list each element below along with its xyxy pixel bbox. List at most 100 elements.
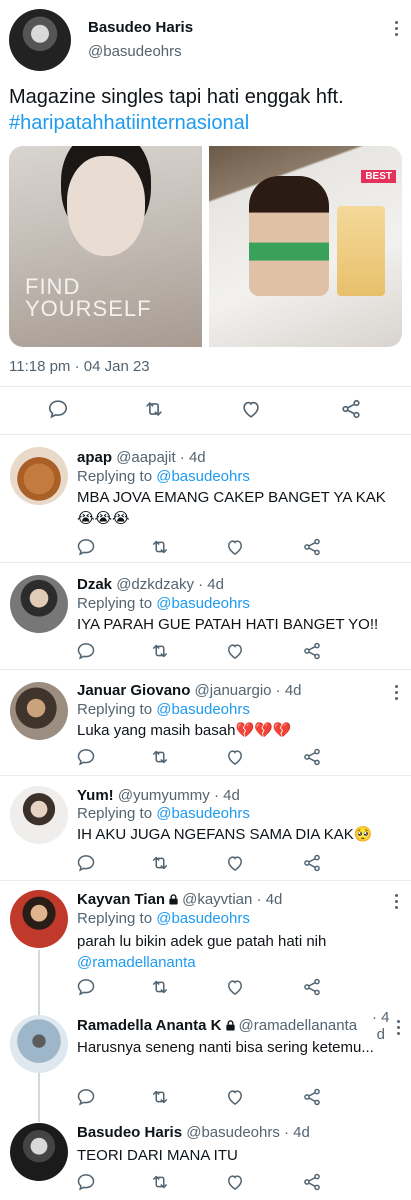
media-image-right[interactable]: BEST (209, 146, 402, 347)
share-icon[interactable] (302, 1087, 322, 1107)
avatar[interactable] (10, 786, 68, 844)
reply-author-handle[interactable]: @dzkdzaky (116, 576, 194, 593)
mention-link[interactable]: @ramadellananta (77, 952, 395, 973)
mention-link[interactable]: @basudeohrs (156, 595, 250, 612)
more-icon[interactable] (388, 682, 404, 702)
reply-icon[interactable] (47, 398, 69, 420)
avatar[interactable] (10, 682, 68, 740)
reply-author-handle[interactable]: @kayvtian (182, 891, 252, 908)
reply-header: Dzak @dzkdzaky · 4d (77, 576, 224, 593)
tweet-body: Magazine singles tapi hati enggak hft. (9, 86, 344, 108)
face-photo (67, 156, 145, 256)
replying-prefix: Replying to (77, 805, 157, 822)
reply-author-name[interactable]: Kayvan Tian (77, 891, 165, 908)
like-icon[interactable] (225, 1087, 245, 1107)
share-icon[interactable] (340, 398, 362, 420)
mention-link[interactable]: @basudeohrs (156, 701, 250, 718)
share-icon[interactable] (302, 537, 322, 557)
mention-link[interactable]: @basudeohrs (156, 805, 250, 822)
author-name[interactable]: Basudeo Haris (88, 19, 193, 36)
reply-icon[interactable] (76, 537, 96, 557)
like-icon[interactable] (225, 853, 245, 873)
avatar[interactable] (10, 890, 68, 948)
share-icon[interactable] (302, 641, 322, 661)
reply-age-line: · 4 (372, 1009, 390, 1026)
reply-age: · 4d (179, 449, 206, 466)
replying-to: Replying to @basudeohrs (77, 468, 250, 485)
reply-author-name[interactable]: apap (77, 449, 112, 466)
reply-text-line: parah lu bikin adek gue patah hati nih (77, 933, 327, 950)
reply-author-handle[interactable]: @aapajit (116, 449, 175, 466)
retweet-icon[interactable] (150, 1087, 170, 1107)
reply-author-handle[interactable]: @basudeohrs (186, 1124, 280, 1141)
reply-icon[interactable] (76, 853, 96, 873)
reply-author-name[interactable]: Yum! (77, 787, 114, 804)
share-icon[interactable] (302, 977, 322, 997)
retweet-icon[interactable] (150, 641, 170, 661)
reply-header: Januar Giovano @januargio · 4d (77, 682, 302, 699)
media-image-left[interactable]: FIND YOURSELF (9, 146, 202, 347)
reply-item[interactable]: Januar Giovano @januargio · 4d Replying … (0, 670, 411, 775)
reply-icon[interactable] (76, 747, 96, 767)
like-icon[interactable] (240, 398, 262, 420)
like-icon[interactable] (225, 747, 245, 767)
share-icon[interactable] (302, 1172, 322, 1192)
reply-author-name[interactable]: Ramadella Ananta K (77, 1017, 222, 1034)
reply-icon[interactable] (76, 1087, 96, 1107)
reply-icon[interactable] (76, 977, 96, 997)
reply-header: apap @aapajit · 4d (77, 449, 206, 466)
like-icon[interactable] (225, 537, 245, 557)
reply-author-name[interactable]: Januar Giovano (77, 682, 190, 699)
avatar[interactable] (10, 1015, 68, 1073)
more-icon[interactable] (388, 18, 404, 38)
reply-text: parah lu bikin adek gue patah hati nih @… (77, 931, 395, 973)
reply-age: · 4d (256, 891, 283, 908)
retweet-icon[interactable] (150, 537, 170, 557)
replying-to: Replying to @basudeohrs (77, 701, 250, 718)
reply-icon[interactable] (76, 641, 96, 661)
avatar[interactable] (9, 9, 71, 71)
tweet-timestamp[interactable]: 11:18 pm · 04 Jan 23 (9, 358, 150, 375)
replying-prefix: Replying to (77, 468, 157, 485)
reply-author-handle[interactable]: @ramadellananta (239, 1017, 358, 1034)
lock-icon (225, 1020, 235, 1031)
reply-item[interactable]: Basudeo Haris @basudeohrs · 4d TEORI DAR… (0, 1114, 411, 1200)
hashtag-link[interactable]: #haripatahhatiinternasional (9, 110, 404, 136)
retweet-icon[interactable] (150, 1172, 170, 1192)
reply-header: Ramadella Ananta K @ramadellananta (77, 1017, 357, 1034)
reply-icon[interactable] (76, 1172, 96, 1192)
share-icon[interactable] (302, 747, 322, 767)
reply-item[interactable]: Kayvan Tian @kayvtian · 4d Replying to @b… (0, 881, 411, 999)
reply-author-name[interactable]: Basudeo Haris (77, 1124, 182, 1141)
more-icon[interactable] (388, 891, 404, 911)
retweet-icon[interactable] (150, 853, 170, 873)
tweet-text: Magazine singles tapi hati enggak hft. #… (9, 84, 404, 136)
replying-prefix: Replying to (77, 701, 157, 718)
reply-item[interactable]: Dzak @dzkdzaky · 4d Replying to @basudeo… (0, 563, 411, 669)
reply-item[interactable]: Ramadella Ananta K @ramadellananta · 4 d … (0, 1007, 411, 1112)
share-icon[interactable] (302, 853, 322, 873)
reply-item[interactable]: apap @aapajit · 4d Replying to @basudeoh… (0, 435, 411, 559)
author-handle[interactable]: @basudeohrs (88, 43, 182, 60)
avatar[interactable] (10, 447, 68, 505)
reply-text: IYA PARAH GUE PATAH HATI BANGET YO!! (77, 616, 379, 633)
like-icon[interactable] (225, 1172, 245, 1192)
reply-age: · 4d (284, 1124, 310, 1141)
more-icon[interactable] (390, 1017, 406, 1037)
avatar[interactable] (10, 1123, 68, 1181)
reply-item[interactable]: Yum! @yumyummy · 4d Replying to @basudeo… (0, 776, 411, 880)
reply-author-name[interactable]: Dzak (77, 576, 112, 593)
reply-author-handle[interactable]: @januargio (195, 682, 272, 699)
mention-link[interactable]: @basudeohrs (156, 468, 250, 485)
magazine-cover-text: FIND YOURSELF (25, 274, 152, 321)
reply-author-handle[interactable]: @yumyummy (118, 787, 210, 804)
reply-text: IH AKU JUGA NGEFANS SAMA DIA KAK🥺 (77, 826, 373, 843)
mention-link[interactable]: @basudeohrs (156, 910, 250, 927)
avatar[interactable] (10, 575, 68, 633)
retweet-icon[interactable] (150, 747, 170, 767)
retweet-icon[interactable] (143, 398, 165, 420)
like-icon[interactable] (225, 641, 245, 661)
like-icon[interactable] (225, 977, 245, 997)
best-badge: BEST (361, 170, 396, 183)
retweet-icon[interactable] (150, 977, 170, 997)
